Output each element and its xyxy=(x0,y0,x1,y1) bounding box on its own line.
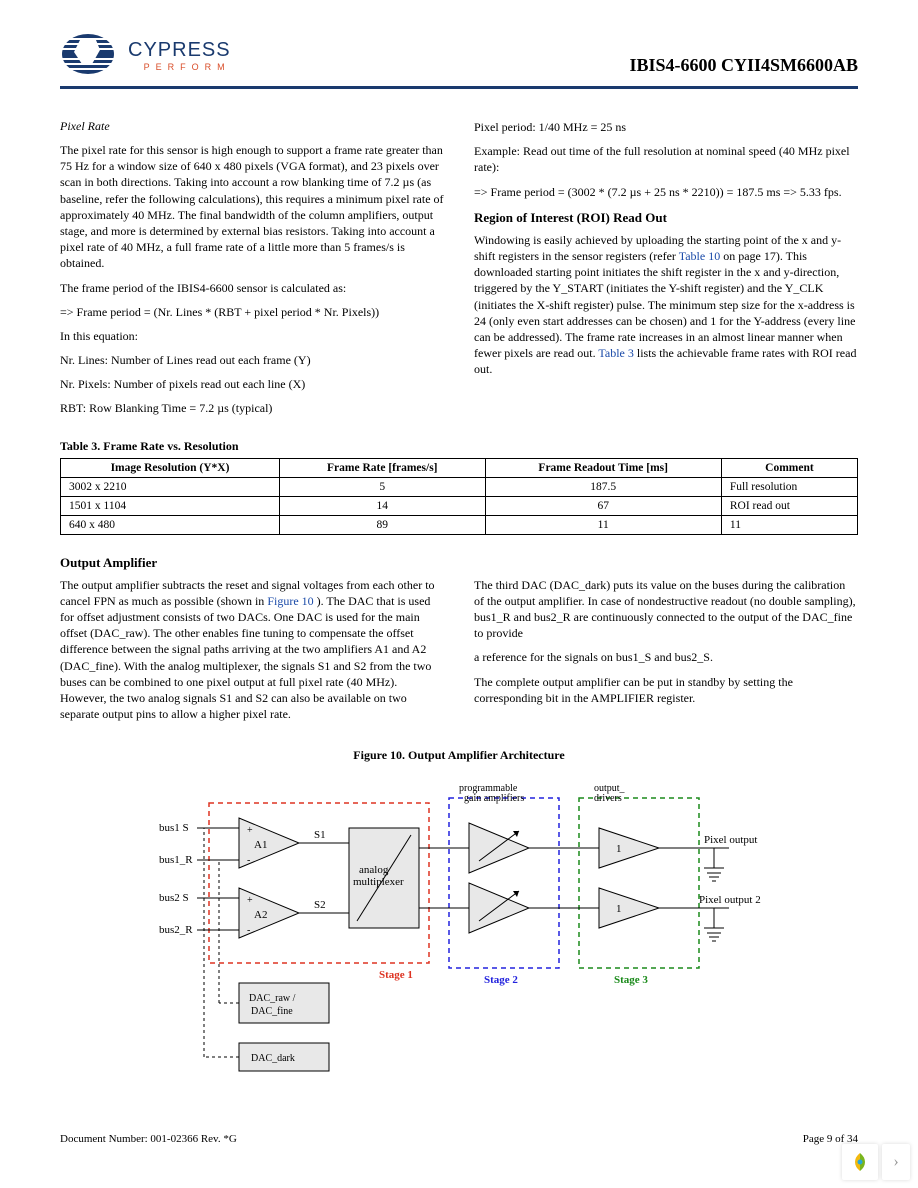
label-stage2: Stage 2 xyxy=(484,974,518,986)
figure10: bus1 S bus1_R bus2 S bus2_R + - A1 + - A… xyxy=(60,773,858,1103)
pixel-rate-eq: => Frame period = (Nr. Lines * (RBT + pi… xyxy=(60,304,444,320)
pixel-rate-title: Pixel Rate xyxy=(60,119,444,134)
table10-link[interactable]: Table 10 xyxy=(679,249,720,263)
table3-link[interactable]: Table 3 xyxy=(598,346,633,360)
label-stage3: Stage 3 xyxy=(614,974,648,986)
cell: 14 xyxy=(280,496,486,515)
th-0: Image Resolution (Y*X) xyxy=(61,458,280,477)
table3: Image Resolution (Y*X) Frame Rate [frame… xyxy=(60,458,858,535)
logo: CYPRESS PERFORM xyxy=(60,30,231,80)
outamp-left: The output amplifier subtracts the reset… xyxy=(60,577,444,731)
cell: 3002 x 2210 xyxy=(61,477,280,496)
cell: Full resolution xyxy=(721,477,857,496)
label-one2: 1 xyxy=(616,903,622,915)
outamp-columns: The output amplifier subtracts the reset… xyxy=(60,577,858,731)
logo-sub: PERFORM xyxy=(128,62,231,72)
footer-left: Document Number: 001-02366 Rev. *G xyxy=(60,1133,237,1145)
label-dacraw1: DAC_raw / xyxy=(249,993,296,1004)
label-bus1r: bus1_R xyxy=(159,854,193,866)
pixel-rate-p5: Nr. Pixels: Number of pixels read out ea… xyxy=(60,376,444,392)
cell: 1501 x 1104 xyxy=(61,496,280,515)
label-bus2s: bus2 S xyxy=(159,892,189,904)
svg-text:+: + xyxy=(247,825,253,836)
table-row: 640 x 480 89 11 11 xyxy=(61,515,858,534)
svg-text:+: + xyxy=(247,895,253,906)
pixel-rate-p6: RBT: Row Blanking Time = 7.2 µs (typical… xyxy=(60,400,444,416)
figure10-caption: Figure 10. Output Amplifier Architecture xyxy=(60,748,858,763)
outamp-right-p1: The third DAC (DAC_dark) puts its value … xyxy=(474,577,858,642)
label-bus2r: bus2_R xyxy=(159,924,193,936)
pixel-rate-p4: Nr. Lines: Number of Lines read out each… xyxy=(60,352,444,368)
cell: 67 xyxy=(485,496,721,515)
app-icon[interactable] xyxy=(842,1144,878,1180)
label-stage1: Stage 1 xyxy=(379,969,413,981)
next-page-button[interactable]: › xyxy=(882,1144,910,1180)
roi-paragraph: Windowing is easily achieved by uploadin… xyxy=(474,232,858,378)
cell: 187.5 xyxy=(485,477,721,496)
floating-controls: › xyxy=(842,1144,910,1180)
table3-caption: Table 3. Frame Rate vs. Resolution xyxy=(60,439,858,454)
cell: 640 x 480 xyxy=(61,515,280,534)
label-pixout: Pixel output xyxy=(704,834,757,846)
pixel-rate-p1: The pixel rate for this sensor is high e… xyxy=(60,142,444,272)
cell: ROI read out xyxy=(721,496,857,515)
label-bus1s: bus1 S xyxy=(159,822,189,834)
top-columns: Pixel Rate The pixel rate for this senso… xyxy=(60,119,858,425)
page-container: CYPRESS PERFORM IBIS4-6600 CYII4SM6600AB… xyxy=(0,0,918,1175)
outamp-right-p2: a reference for the signals on bus1_S an… xyxy=(474,649,858,665)
figure10-link[interactable]: Figure 10 xyxy=(267,594,313,608)
right-column: Pixel period: 1/40 MHz = 25 ns Example: … xyxy=(474,119,858,425)
outamp-title: Output Amplifier xyxy=(60,555,858,571)
outamp-left-p: The output amplifier subtracts the reset… xyxy=(60,577,444,723)
label-one1: 1 xyxy=(616,843,622,855)
page-header: CYPRESS PERFORM IBIS4-6600 CYII4SM6600AB xyxy=(60,30,858,89)
svg-text:-: - xyxy=(247,855,250,866)
left-column: Pixel Rate The pixel rate for this senso… xyxy=(60,119,444,425)
table-header-row: Image Resolution (Y*X) Frame Rate [frame… xyxy=(61,458,858,477)
table-row: 1501 x 1104 14 67 ROI read out xyxy=(61,496,858,515)
cell: 89 xyxy=(280,515,486,534)
label-mux-a: analog xyxy=(359,864,389,876)
th-3: Comment xyxy=(721,458,857,477)
outamp-right: The third DAC (DAC_dark) puts its value … xyxy=(474,577,858,731)
outamp-right-p3: The complete output amplifier can be put… xyxy=(474,674,858,706)
logo-main: CYPRESS xyxy=(128,39,231,62)
svg-text:-: - xyxy=(247,925,250,936)
table-row: 3002 x 2210 5 187.5 Full resolution xyxy=(61,477,858,496)
label-pga2: gain amplifiers xyxy=(464,793,524,804)
label-a1: A1 xyxy=(254,839,267,851)
roi-title: Region of Interest (ROI) Read Out xyxy=(474,210,858,226)
label-dacdark: DAC_dark xyxy=(251,1053,295,1064)
cell: 11 xyxy=(485,515,721,534)
logo-mark-icon xyxy=(60,30,122,80)
outamp-text-b: ). The DAC that is used for offset adjus… xyxy=(60,594,431,721)
label-mux-b: multiplexer xyxy=(353,876,404,888)
label-a2: A2 xyxy=(254,909,267,921)
page-footer: Document Number: 001-02366 Rev. *G Page … xyxy=(60,1133,858,1145)
logo-text: CYPRESS PERFORM xyxy=(128,39,231,72)
chevron-right-icon: › xyxy=(893,1153,898,1171)
label-s1: S1 xyxy=(314,829,326,841)
roi-text-b: on page 17). This downloaded starting po… xyxy=(474,249,855,360)
right-r2: Example: Read out time of the full resol… xyxy=(474,143,858,175)
cell: 11 xyxy=(721,515,857,534)
cell: 5 xyxy=(280,477,486,496)
right-r3: => Frame period = (3002 * (7.2 µs + 25 n… xyxy=(474,184,858,200)
label-s2: S2 xyxy=(314,899,326,911)
right-r1: Pixel period: 1/40 MHz = 25 ns xyxy=(474,119,858,135)
label-dacraw2: DAC_fine xyxy=(251,1006,293,1017)
pixel-rate-p2: The frame period of the IBIS4-6600 senso… xyxy=(60,280,444,296)
th-2: Frame Readout Time [ms] xyxy=(485,458,721,477)
label-outd2: drivers xyxy=(594,793,622,804)
th-1: Frame Rate [frames/s] xyxy=(280,458,486,477)
pixel-rate-p3: In this equation: xyxy=(60,328,444,344)
doc-title: IBIS4-6600 CYII4SM6600AB xyxy=(629,55,858,76)
label-pixout2: Pixel output 2 xyxy=(699,894,761,906)
